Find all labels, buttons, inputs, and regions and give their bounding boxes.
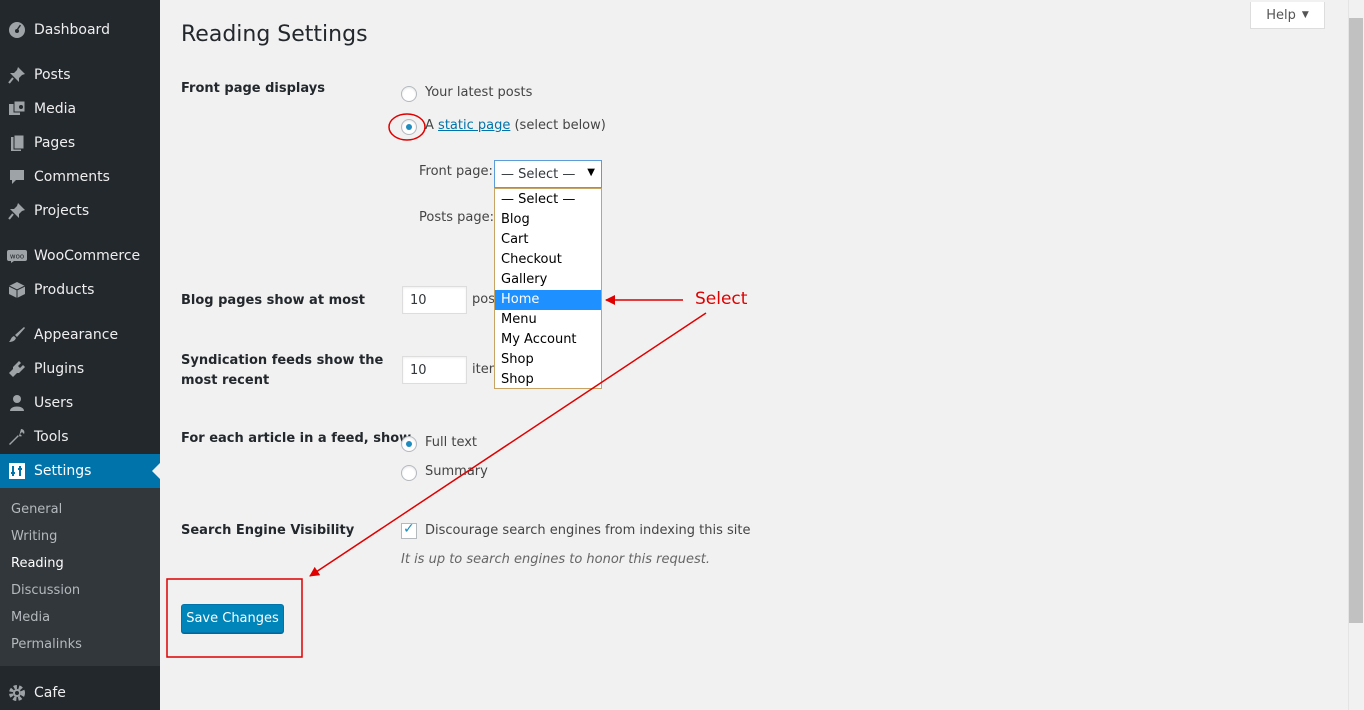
comment-icon — [0, 167, 34, 187]
dropdown-option[interactable]: Menu — [495, 310, 601, 330]
sidebar-item-cafe[interactable]: Cafe — [0, 676, 160, 710]
submenu-item-writing[interactable]: Writing — [11, 529, 57, 544]
settings-submenu: General Writing Reading Discussion Media… — [0, 488, 160, 666]
dropdown-option[interactable]: Shop — [495, 370, 601, 390]
sidebar-item-pages[interactable]: Pages — [0, 126, 160, 160]
svg-text:woo: woo — [10, 253, 24, 261]
search-visibility-label: Search Engine Visibility — [181, 523, 355, 538]
dropdown-option-highlighted[interactable]: Home — [495, 290, 601, 310]
summary-radio[interactable] — [401, 465, 417, 481]
discourage-search-label: Discourage search engines from indexing … — [425, 523, 751, 538]
posts-per-page-input[interactable]: 10 — [402, 286, 467, 314]
sidebar-item-users[interactable]: Users — [0, 386, 160, 420]
submenu-item-reading[interactable]: Reading — [11, 556, 64, 571]
dropdown-option[interactable]: Checkout — [495, 250, 601, 270]
brush-icon — [0, 325, 34, 345]
scrollbar-thumb[interactable] — [1349, 18, 1363, 623]
search-visibility-hint: It is up to search engines to honor this… — [401, 552, 710, 567]
sidebar-item-woocommerce[interactable]: woo WooCommerce — [0, 239, 160, 273]
front-page-label: Front page: — [419, 164, 493, 179]
submenu-item-general[interactable]: General — [11, 502, 62, 517]
page-title: Reading Settings — [181, 22, 368, 47]
sidebar-item-appearance[interactable]: Appearance — [0, 318, 160, 352]
sidebar-item-label: Tools — [34, 429, 69, 445]
sidebar-item-settings[interactable]: Settings — [0, 454, 160, 488]
static-page-suffix: (select below) — [514, 118, 606, 133]
static-page-link[interactable]: static page — [438, 118, 510, 133]
front-page-select-value: — Select — — [501, 166, 576, 182]
checkmark-icon: ✓ — [403, 521, 415, 537]
posts-page-label: Posts page: — [419, 210, 494, 225]
sidebar-item-label: Cafe — [34, 685, 66, 701]
full-text-label: Full text — [425, 435, 478, 450]
pin-icon — [0, 65, 34, 85]
dropdown-option[interactable]: Shop — [495, 350, 601, 370]
box-icon — [0, 280, 34, 300]
latest-posts-label: Your latest posts — [425, 85, 533, 100]
plug-icon — [0, 359, 34, 379]
sidebar-item-label: Dashboard — [34, 22, 110, 38]
sidebar-item-label: Pages — [34, 135, 76, 151]
annotation-select-text: Select — [695, 289, 748, 309]
triangle-down-icon: ▼ — [1301, 10, 1309, 20]
sidebar-item-media[interactable]: Media — [0, 92, 160, 126]
sidebar-item-products[interactable]: Products — [0, 273, 160, 307]
feed-article-label: For each article in a feed, show — [181, 431, 412, 446]
dropdown-option[interactable]: — Select — — [495, 190, 601, 210]
sidebar-item-label: Comments — [34, 169, 110, 185]
pages-icon — [0, 133, 34, 153]
front-page-displays-label: Front page displays — [181, 81, 325, 96]
help-label: Help — [1266, 7, 1296, 23]
static-page-radio[interactable] — [401, 119, 417, 135]
wrench-icon — [0, 427, 34, 447]
sidebar-item-dashboard[interactable]: Dashboard — [0, 13, 160, 47]
discourage-search-checkbox[interactable]: ✓ — [401, 521, 417, 539]
dropdown-option[interactable]: Blog — [495, 210, 601, 230]
sidebar-item-label: Users — [34, 395, 74, 411]
static-page-prefix: A — [425, 118, 434, 133]
syndication-label-line2: most recent — [181, 373, 270, 388]
gear-icon — [0, 683, 34, 703]
sidebar-item-label: Products — [34, 282, 95, 298]
blog-pages-label: Blog pages show at most — [181, 293, 365, 308]
pin-icon — [0, 201, 34, 221]
full-text-radio[interactable] — [401, 436, 417, 452]
latest-posts-radio[interactable] — [401, 86, 417, 102]
sidebar-item-label: Plugins — [34, 361, 85, 377]
dropdown-option[interactable]: Gallery — [495, 270, 601, 290]
sidebar-item-label: Media — [34, 101, 77, 117]
submenu-item-discussion[interactable]: Discussion — [11, 583, 80, 598]
user-icon — [0, 393, 34, 413]
sidebar-item-label: Appearance — [34, 327, 119, 343]
sidebar-item-comments[interactable]: Comments — [0, 160, 160, 194]
help-button[interactable]: Help ▼ — [1250, 2, 1325, 29]
media-icon — [0, 99, 34, 119]
sidebar-item-label: Posts — [34, 67, 71, 83]
feed-items-input[interactable]: 10 — [402, 356, 467, 384]
sidebar-item-label: Settings — [34, 463, 92, 479]
sidebar-item-posts[interactable]: Posts — [0, 58, 160, 92]
sidebar-item-label: WooCommerce — [34, 248, 141, 264]
dropdown-option[interactable]: Cart — [495, 230, 601, 250]
admin-sidebar: Dashboard Posts Media Pages Comments Pro… — [0, 0, 160, 710]
syndication-label-line1: Syndication feeds show the — [181, 353, 384, 368]
dropdown-option[interactable]: My Account — [495, 330, 601, 350]
sidebar-item-tools[interactable]: Tools — [0, 420, 160, 454]
save-changes-button[interactable]: Save Changes — [181, 604, 284, 633]
front-page-dropdown-list: — Select — Blog Cart Checkout Gallery Ho… — [494, 188, 602, 389]
dashboard-icon — [0, 20, 34, 40]
static-page-option: A static page (select below) — [425, 118, 606, 133]
woo-icon: woo — [0, 248, 34, 264]
triangle-down-icon: ▼ — [587, 167, 595, 178]
summary-label: Summary — [425, 464, 488, 479]
sidebar-item-plugins[interactable]: Plugins — [0, 352, 160, 386]
sidebar-item-label: Projects — [34, 203, 90, 219]
submenu-item-media[interactable]: Media — [11, 610, 50, 625]
front-page-select[interactable]: — Select — ▼ — [494, 160, 602, 188]
settings-icon — [0, 461, 34, 481]
sidebar-item-projects[interactable]: Projects — [0, 194, 160, 228]
submenu-item-permalinks[interactable]: Permalinks — [11, 637, 82, 652]
